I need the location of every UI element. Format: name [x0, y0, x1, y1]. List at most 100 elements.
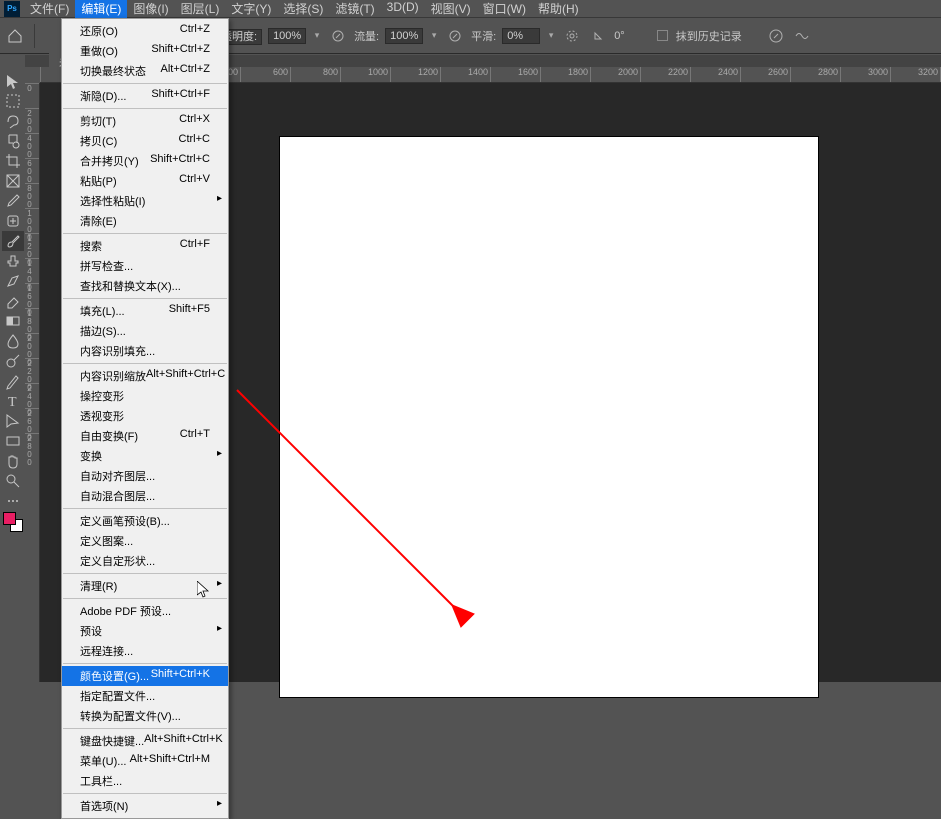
menu-item[interactable]: 菜单(U)...Alt+Shift+Ctrl+M [62, 751, 228, 771]
menu-item[interactable]: 内容识别缩放Alt+Shift+Ctrl+C [62, 366, 228, 386]
menu-item[interactable]: 定义自定形状... [62, 551, 228, 571]
menu-1[interactable]: 编辑(E) [75, 0, 127, 18]
tool-eraser[interactable] [2, 291, 24, 311]
angle-value[interactable]: 0° [614, 30, 625, 42]
color-swatch[interactable] [3, 512, 23, 532]
svg-text:T: T [8, 395, 17, 410]
tool-hand[interactable] [2, 451, 24, 471]
menu-3[interactable]: 图层(L) [175, 0, 226, 18]
menu-item[interactable]: 查找和替换文本(X)... [62, 276, 228, 296]
menu-item[interactable]: 指定配置文件... [62, 686, 228, 706]
tool-heal[interactable] [2, 211, 24, 231]
menu-item[interactable]: 搜索Ctrl+F [62, 236, 228, 256]
tool-history[interactable] [2, 271, 24, 291]
tool-lasso[interactable] [2, 111, 24, 131]
menubar: Ps 文件(F)编辑(E)图像(I)图层(L)文字(Y)选择(S)滤镜(T)3D… [0, 0, 941, 18]
tool-rect[interactable] [2, 431, 24, 451]
canvas[interactable] [280, 137, 818, 697]
menu-2[interactable]: 图像(I) [127, 0, 174, 18]
menu-item[interactable]: 变换 [62, 446, 228, 466]
menu-separator [63, 83, 227, 84]
tool-gradient[interactable] [2, 311, 24, 331]
menu-item[interactable]: 颜色设置(G)...Shift+Ctrl+K [62, 666, 228, 686]
menu-item[interactable]: 定义图案... [62, 531, 228, 551]
smoothing-gear-icon[interactable] [562, 26, 582, 46]
tool-path[interactable] [2, 411, 24, 431]
menu-separator [63, 233, 227, 234]
opacity-field[interactable]: 100% [268, 28, 306, 44]
menu-8[interactable]: 视图(V) [425, 0, 477, 18]
menu-0[interactable]: 文件(F) [24, 0, 75, 18]
menu-item[interactable]: 首选项(N) [62, 796, 228, 816]
tool-color[interactable] [2, 511, 24, 531]
tool-quickselect[interactable] [2, 131, 24, 151]
pressure-opacity-icon[interactable] [328, 26, 348, 46]
menu-separator [63, 573, 227, 574]
menu-item[interactable]: 粘贴(P)Ctrl+V [62, 171, 228, 191]
menu-9[interactable]: 窗口(W) [477, 0, 532, 18]
menu-item[interactable]: 键盘快捷键...Alt+Shift+Ctrl+K [62, 731, 228, 751]
menu-item[interactable]: 还原(O)Ctrl+Z [62, 21, 228, 41]
menu-separator [63, 508, 227, 509]
menu-item[interactable]: 操控变形 [62, 386, 228, 406]
menu-item[interactable]: 远程连接... [62, 641, 228, 661]
pressure-size-icon[interactable] [766, 26, 786, 46]
tool-move[interactable] [2, 71, 24, 91]
tool-dodge[interactable] [2, 351, 24, 371]
menu-7[interactable]: 3D(D) [381, 0, 425, 18]
menu-item[interactable]: 合并拷贝(Y)Shift+Ctrl+C [62, 151, 228, 171]
tool-marquee[interactable] [2, 91, 24, 111]
menu-10[interactable]: 帮助(H) [532, 0, 585, 18]
tool-stamp[interactable] [2, 251, 24, 271]
menu-item[interactable]: Adobe PDF 预设... [62, 601, 228, 621]
symmetry-icon[interactable] [792, 26, 812, 46]
separator [34, 24, 35, 48]
menu-item[interactable]: 预设 [62, 621, 228, 641]
menu-item[interactable]: 定义画笔预设(B)... [62, 511, 228, 531]
airbrush-icon[interactable] [445, 26, 465, 46]
tool-pen[interactable] [2, 371, 24, 391]
menu-item[interactable]: 选择性粘贴(I) [62, 191, 228, 211]
menu-item[interactable]: 拼写检查... [62, 256, 228, 276]
menu-item[interactable]: 自动对齐图层... [62, 466, 228, 486]
menu-item[interactable]: 拷贝(C)Ctrl+C [62, 131, 228, 151]
menu-separator [63, 793, 227, 794]
menu-item[interactable]: 自动混合图层... [62, 486, 228, 506]
menu-item[interactable]: 描边(S)... [62, 321, 228, 341]
menu-separator [63, 363, 227, 364]
tool-frame[interactable] [2, 171, 24, 191]
menu-item[interactable]: 转换为配置文件(V)... [62, 706, 228, 726]
menu-item[interactable]: 自由变换(F)Ctrl+T [62, 426, 228, 446]
tool-crop[interactable] [2, 151, 24, 171]
menu-item[interactable]: 切换最终状态Alt+Ctrl+Z [62, 61, 228, 81]
home-icon[interactable] [6, 27, 24, 45]
dropdown-icon[interactable]: ▾ [429, 30, 439, 41]
smoothing-field[interactable]: 0% [502, 28, 540, 44]
menu-4[interactable]: 文字(Y) [225, 0, 277, 18]
tool-blur[interactable] [2, 331, 24, 351]
menu-item[interactable]: 透视变形 [62, 406, 228, 426]
tool-eyedrop[interactable] [2, 191, 24, 211]
menu-item[interactable]: 清除(E) [62, 211, 228, 231]
menu-item[interactable]: 工具栏... [62, 771, 228, 791]
menu-item[interactable]: 渐隐(D)...Shift+Ctrl+F [62, 86, 228, 106]
menu-item[interactable]: 重做(O)Shift+Ctrl+Z [62, 41, 228, 61]
tool-zoom[interactable] [2, 471, 24, 491]
menu-6[interactable]: 滤镜(T) [329, 0, 380, 18]
menu-item[interactable]: 填充(L)...Shift+F5 [62, 301, 228, 321]
menu-item[interactable]: 剪切(T)Ctrl+X [62, 111, 228, 131]
angle-icon[interactable] [588, 26, 608, 46]
history-checkbox[interactable] [657, 30, 668, 41]
menu-item[interactable]: 内容识别填充... [62, 341, 228, 361]
tool-brush[interactable] [2, 231, 24, 251]
cursor-icon [197, 581, 211, 599]
tool-more[interactable] [2, 491, 24, 511]
tool-type[interactable]: T [2, 391, 24, 411]
dropdown-icon[interactable]: ▾ [546, 30, 556, 41]
menu-separator [63, 728, 227, 729]
smoothing-label: 平滑: [471, 28, 496, 44]
flow-field[interactable]: 100% [385, 28, 423, 44]
menu-5[interactable]: 选择(S) [277, 0, 329, 18]
menu-separator [63, 108, 227, 109]
dropdown-icon[interactable]: ▾ [312, 30, 322, 41]
